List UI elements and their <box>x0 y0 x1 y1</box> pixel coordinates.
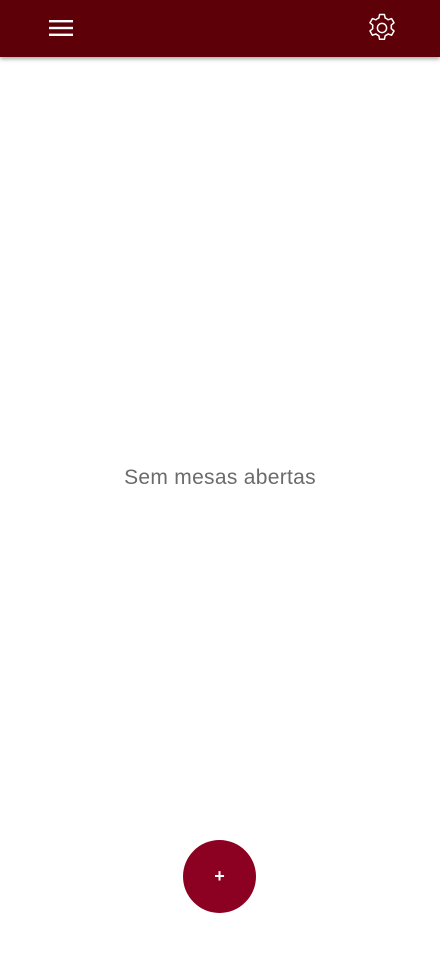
add-table-button[interactable]: + <box>183 840 256 913</box>
gear-icon <box>369 13 395 41</box>
hamburger-menu-icon <box>49 20 73 36</box>
menu-button[interactable] <box>38 5 84 51</box>
settings-button[interactable] <box>360 6 404 50</box>
top-app-bar <box>0 0 440 57</box>
app-screen: Sem mesas abertas + <box>0 0 440 956</box>
empty-state-text: Sem mesas abertas <box>124 466 316 489</box>
